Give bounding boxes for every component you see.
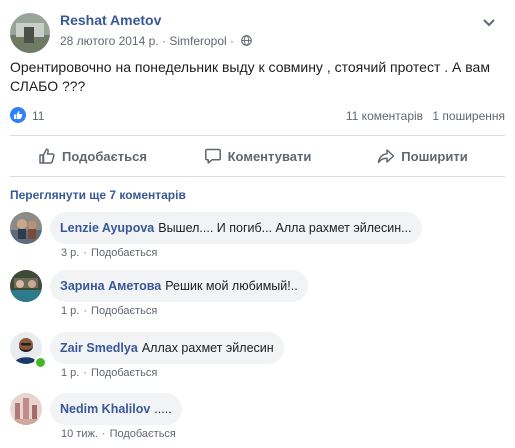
divider	[10, 176, 505, 177]
comment-icon	[204, 148, 221, 164]
comment-like-link[interactable]: Подобається	[91, 247, 157, 259]
comment-bubble: Nedim Khalilov .....	[50, 393, 182, 425]
online-status-indicator	[34, 356, 47, 369]
thumbs-up-icon	[39, 148, 55, 164]
post-date[interactable]: 28 лютого 2014 р.	[60, 34, 159, 48]
commenter-avatar[interactable]	[10, 393, 42, 425]
comments-count[interactable]: 11 коментарів	[346, 109, 423, 123]
share-button-label: Поширити	[401, 148, 468, 164]
like-button-label: Подобається	[62, 148, 147, 164]
comment-text: Аллах рахмет эйлесин	[141, 341, 274, 355]
post-header: Reshat Ametov 28 лютого 2014 р. · Simfer…	[10, 8, 505, 53]
shares-count[interactable]: 1 поширення	[432, 109, 505, 123]
post-meta: 28 лютого 2014 р. · Simferopol ·	[60, 33, 253, 48]
share-button[interactable]: Поширити	[340, 136, 505, 176]
commenter-avatar[interactable]	[10, 212, 42, 244]
comment-like-link[interactable]: Подобається	[91, 367, 157, 379]
comment-button-label: Коментувати	[227, 148, 312, 164]
post-text: Орентировочно на понедельник выду к совм…	[10, 59, 490, 94]
comment-bubble: Zair Smedlya Аллах рахмет эйлесин	[50, 332, 284, 364]
view-more-comments-link[interactable]: Переглянути ще 7 коментарів	[10, 188, 186, 202]
comment-meta: 1 р. · Подобається	[61, 305, 158, 317]
comment-meta: 1 р. · Подобається	[61, 367, 158, 379]
comment-time[interactable]: 1 р.	[61, 367, 79, 379]
comment-meta: 3 р. · Подобається	[61, 247, 158, 259]
commenter-name[interactable]: Nedim Khalilov	[60, 402, 150, 416]
reactions-bar: 11 11 коментарів 1 поширення	[10, 106, 505, 126]
author-avatar[interactable]	[10, 13, 50, 53]
commenter-name[interactable]: Zair Smedlya	[60, 341, 138, 355]
comment-text: .....	[154, 402, 172, 416]
comment-bubble: Зарина Аметова Решик мой любимый!..	[50, 270, 308, 302]
comment-time[interactable]: 1 р.	[61, 305, 79, 317]
engagement-counts: 11 коментарів 1 поширення	[346, 109, 505, 123]
like-reaction-icon[interactable]	[10, 107, 26, 123]
comment-text: Решик мой любимый!..	[165, 279, 298, 293]
comment-button[interactable]: Коментувати	[175, 136, 340, 176]
like-button[interactable]: Подобається	[10, 136, 175, 176]
share-icon	[378, 149, 395, 164]
commenter-avatar[interactable]	[10, 270, 42, 302]
commenter-name[interactable]: Lenzie Ayupova	[60, 221, 154, 235]
comment-like-link[interactable]: Подобається	[91, 305, 157, 317]
author-name[interactable]: Reshat Ametov	[60, 12, 161, 28]
comment-time[interactable]: 3 р.	[61, 247, 79, 259]
comment-time[interactable]: 10 тиж.	[61, 428, 98, 440]
like-count[interactable]: 11	[32, 109, 44, 123]
globe-icon[interactable]	[241, 35, 253, 47]
comment-like-link[interactable]: Подобається	[110, 428, 176, 440]
comment-meta: 10 тиж. · Подобається	[61, 428, 176, 440]
comment-bubble: Lenzie Ayupova Вышел.... И погиб... Алла…	[50, 212, 422, 244]
post-actions: Подобається Коментувати Поширити	[10, 136, 505, 176]
comment-text: Вышел.... И погиб... Алла рахмет эйлесин…	[158, 221, 412, 235]
meta-separator: ·	[230, 33, 235, 48]
post-location[interactable]: Simferopol	[169, 34, 226, 48]
meta-separator: ·	[161, 33, 166, 48]
commenter-name[interactable]: Зарина Аметова	[60, 279, 161, 293]
chevron-down-icon[interactable]	[481, 14, 497, 30]
